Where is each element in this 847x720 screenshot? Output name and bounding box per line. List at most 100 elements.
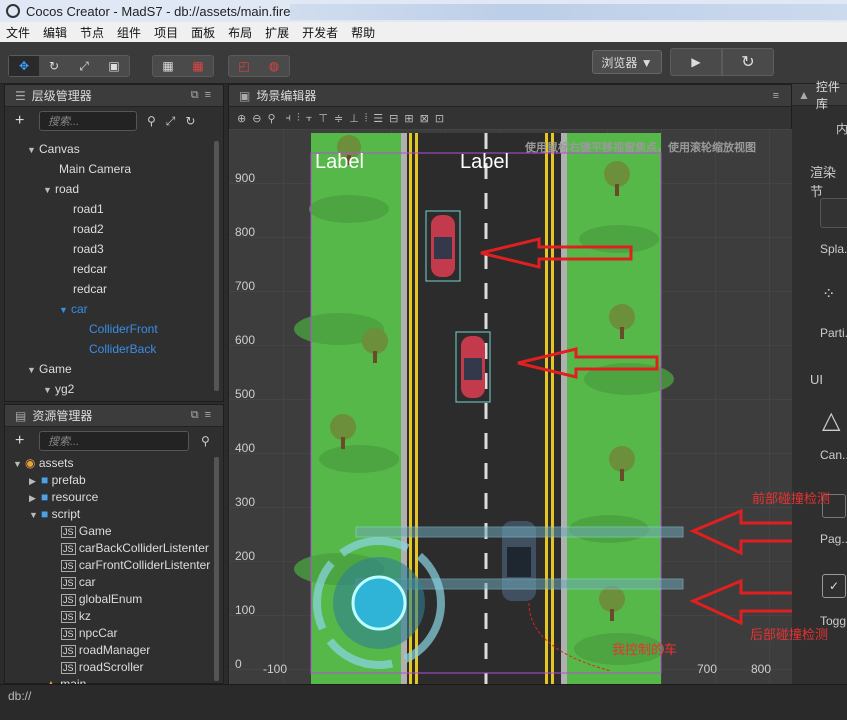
menu-edit[interactable]: 编辑 [37, 24, 74, 41]
rect-tool-icon[interactable]: ▣ [99, 56, 129, 76]
menu-developer[interactable]: 开发者 [296, 24, 345, 41]
menu-file[interactable]: 文件 [0, 24, 37, 41]
tree-item[interactable]: Main Camera [5, 159, 223, 179]
menu-node[interactable]: 节点 [74, 24, 111, 41]
panel-menu-icon[interactable]: ⧉≡ [191, 409, 217, 422]
tree-item[interactable]: ▼ ■ script [5, 506, 223, 523]
tree-item[interactable]: ColliderBack [5, 339, 223, 359]
canvas-icon[interactable]: △ [822, 406, 840, 435]
pivot-icon[interactable]: ▦ [153, 56, 183, 76]
search-icon[interactable]: ⚲ [201, 434, 210, 448]
expand-icon[interactable]: ⤢ [166, 114, 176, 129]
hierarchy-icon: ☰ [15, 88, 26, 103]
assets-scrollbar[interactable] [214, 457, 219, 681]
scene-label-node[interactable]: Label [315, 151, 364, 174]
tree-item[interactable]: redcar [5, 279, 223, 299]
tree-item[interactable]: ▼ ◉ assets [5, 455, 223, 472]
distribute-center-icon[interactable]: ⊠ [420, 112, 429, 125]
toggle-check-icon[interactable]: ✓ [822, 574, 846, 598]
tree-item[interactable]: ▼ Canvas [5, 139, 223, 159]
grid-icon[interactable]: ◍ [259, 56, 289, 76]
folder-icon: ■ [41, 473, 49, 487]
tree-item[interactable]: ColliderFront [5, 319, 223, 339]
align-left-icon[interactable]: ⫞ [286, 112, 292, 125]
sprite-splash-icon[interactable] [820, 198, 847, 228]
snap-icon[interactable]: ◰ [229, 56, 259, 76]
tree-item[interactable]: JS roadManager [5, 642, 223, 659]
tree-item[interactable]: ▼ Game [5, 359, 223, 379]
tree-item[interactable]: road2 [5, 219, 223, 239]
align-right-icon[interactable]: ⫟ [306, 112, 313, 125]
refresh-button[interactable]: ↻ [722, 48, 774, 76]
tree-item[interactable]: road3 [5, 239, 223, 259]
menu-panel[interactable]: 面板 [185, 24, 222, 41]
hierarchy-search-input[interactable]: 搜索... [39, 111, 137, 131]
tree-item[interactable]: road1 [5, 199, 223, 219]
align-bottom-icon[interactable]: ⊥ [349, 112, 359, 125]
tree-item[interactable]: ▼ yg2 [5, 379, 223, 399]
distribute-top-icon[interactable]: ⊟ [389, 112, 398, 125]
play-button[interactable]: ▶ [670, 48, 722, 76]
tree-item[interactable]: JS Game [5, 523, 223, 540]
scale-tool-icon[interactable]: ⤢ [69, 56, 99, 76]
front-collider-annotation: 前部碰撞检测 [752, 491, 831, 506]
panel-menu-icon[interactable]: ≡ [773, 90, 785, 102]
particle-icon[interactable]: ⁘ [822, 284, 835, 304]
menu-project[interactable]: 项目 [148, 24, 185, 41]
tree-item[interactable]: ▶ ■ prefab [5, 472, 223, 489]
y-axis-label: 900 [235, 171, 256, 185]
preview-platform-select[interactable]: 浏览器 ▼ [592, 50, 662, 74]
assets-search-input[interactable]: 搜索... [39, 431, 189, 451]
refresh-icon[interactable]: ↻ [185, 114, 195, 128]
menu-extension[interactable]: 扩展 [259, 24, 296, 41]
tree-item[interactable]: JS kz [5, 608, 223, 625]
tree-item[interactable]: JS carFrontColliderListenter [5, 557, 223, 574]
tree-item[interactable]: JS globalEnum [5, 591, 223, 608]
zoom-in-icon[interactable]: ⊕ [237, 112, 246, 125]
ui-section-title: UI [810, 372, 823, 387]
search-icon[interactable]: ⚲ [147, 114, 156, 128]
menu-component[interactable]: 组件 [111, 24, 148, 41]
menu-layout[interactable]: 布局 [222, 24, 259, 41]
tree-item[interactable]: JS car [5, 574, 223, 591]
y-axis-label: 400 [235, 441, 256, 455]
menu-bar: 文件 编辑 节点 组件 项目 面板 布局 扩展 开发者 帮助 [0, 22, 847, 42]
local-global-icon[interactable]: ▦ [183, 56, 213, 76]
tree-item-selected[interactable]: ▼ car [5, 299, 223, 319]
y-axis-label: 800 [235, 225, 256, 239]
x-axis-label: 800 [751, 662, 772, 676]
tree-item[interactable]: redcar [5, 259, 223, 279]
js-file-icon: JS [61, 645, 76, 657]
js-file-icon: JS [61, 662, 76, 674]
zoom-out-icon[interactable]: ⊖ [252, 112, 261, 125]
tree-item[interactable]: JS carBackColliderListenter [5, 540, 223, 557]
panel-menu-icon[interactable]: ⧉≡ [191, 89, 217, 102]
hierarchy-scrollbar[interactable] [214, 141, 219, 391]
tree-item[interactable]: ▼ road [5, 179, 223, 199]
distribute-right-icon[interactable]: ⊡ [435, 112, 444, 125]
align-vcenter-icon[interactable]: ≑ [334, 112, 343, 125]
scene-label-node[interactable]: Label [460, 151, 509, 174]
scene-viewport[interactable]: 900 800 700 600 500 400 300 200 100 0 -1… [229, 129, 793, 685]
tree-item[interactable]: ▶ ■ resource [5, 489, 223, 506]
align-top-icon[interactable]: ⊤ [318, 112, 328, 125]
scene-tools: ⊕ ⊖ ⚲ ⫞ ⫶ ⫟ ⊤ ≑ ⊥ ⦙ ☰ ⊟ ⊞ ⊠ ⊡ [229, 107, 791, 129]
align-hcenter-icon[interactable]: ⫶ [297, 112, 300, 125]
distribute-left-icon[interactable]: ⊞ [404, 112, 413, 125]
add-asset-icon[interactable]: + [15, 432, 39, 450]
rotate-tool-icon[interactable]: ↻ [39, 56, 69, 76]
distribute-v-icon[interactable]: ☰ [373, 112, 383, 125]
control-library-tab[interactable]: 内 [836, 120, 847, 137]
move-tool-icon[interactable]: ✥ [9, 56, 39, 76]
js-file-icon: JS [61, 628, 76, 640]
assets-header: ▤ 资源管理器 ⧉≡ [5, 405, 223, 427]
distribute-h-icon[interactable]: ⦙ [365, 112, 367, 125]
zoom-reset-icon[interactable]: ⚲ [267, 112, 275, 125]
hierarchy-title: 层级管理器 [31, 89, 92, 103]
folder-icon: ▤ [15, 408, 27, 423]
tree-item[interactable]: JS roadScroller [5, 659, 223, 676]
tree-item[interactable]: JS npcCar [5, 625, 223, 642]
render-section-title: 渲染节 [810, 165, 837, 199]
add-node-icon[interactable]: + [15, 112, 39, 130]
menu-help[interactable]: 帮助 [345, 24, 382, 41]
